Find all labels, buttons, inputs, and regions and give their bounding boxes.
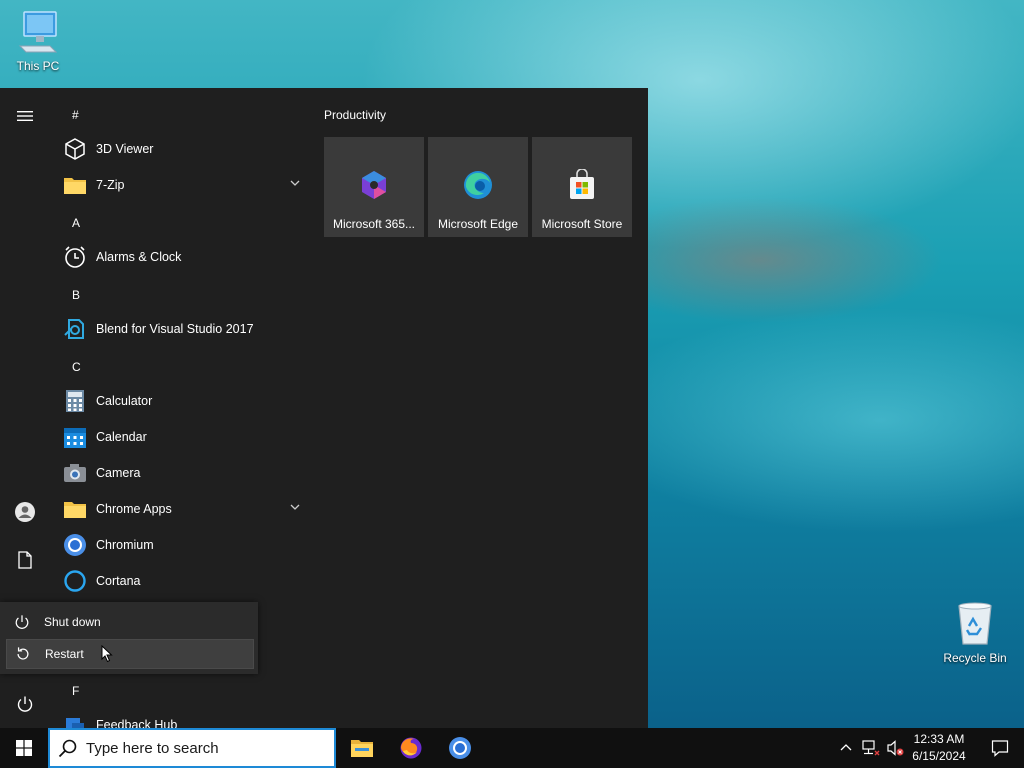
taskbar-file-explorer[interactable] bbox=[338, 728, 386, 768]
tile-label: Microsoft 365... bbox=[332, 217, 416, 231]
alarm-clock-icon bbox=[62, 244, 88, 270]
app-name: 7-Zip bbox=[96, 178, 125, 192]
hamburger-icon bbox=[17, 111, 33, 121]
letter-header[interactable]: F bbox=[72, 684, 79, 698]
document-icon bbox=[18, 551, 32, 569]
tile-label: Microsoft Store bbox=[541, 217, 623, 231]
restart-icon bbox=[11, 646, 35, 662]
calculator-icon bbox=[62, 388, 88, 414]
taskbar-chromium[interactable] bbox=[436, 728, 484, 768]
power-icon bbox=[17, 696, 33, 712]
clock-time: 12:33 AM bbox=[913, 732, 965, 746]
camera-icon bbox=[62, 460, 88, 486]
tile-microsoft-store[interactable]: Microsoft Store bbox=[532, 137, 632, 237]
app-item-7-zip[interactable]: 7-Zip bbox=[62, 167, 310, 203]
chevron-down-icon[interactable] bbox=[290, 503, 300, 511]
desktop-icon-label: Recycle Bin bbox=[943, 651, 1007, 665]
mouse-cursor-icon bbox=[101, 645, 113, 663]
app-item-blend[interactable]: Blend for Visual Studio 2017 bbox=[62, 311, 310, 347]
chevron-up-icon[interactable] bbox=[840, 742, 852, 752]
app-item-chromium[interactable]: Chromium bbox=[62, 527, 310, 563]
app-name: Chromium bbox=[96, 538, 154, 552]
tile-label: Microsoft Edge bbox=[437, 217, 519, 231]
app-name: Alarms & Clock bbox=[96, 250, 182, 264]
app-name: Camera bbox=[96, 466, 141, 480]
restart-option[interactable]: Restart bbox=[6, 639, 254, 669]
chromium-icon bbox=[449, 737, 471, 759]
desktop-icon-this-pc[interactable]: This PC bbox=[0, 8, 76, 73]
app-item-chrome-apps[interactable]: Chrome Apps bbox=[62, 491, 310, 527]
tile-microsoft-365[interactable]: Microsoft 365... bbox=[324, 137, 424, 237]
documents-button[interactable] bbox=[0, 540, 50, 580]
power-button[interactable] bbox=[0, 684, 50, 724]
tile-group-title[interactable]: Productivity bbox=[324, 108, 386, 122]
app-item-calculator[interactable]: Calculator bbox=[62, 383, 310, 419]
app-item-3d-viewer[interactable]: 3D Viewer bbox=[62, 131, 310, 167]
chromium-icon bbox=[62, 532, 88, 558]
shut-down-option[interactable]: Shut down bbox=[6, 607, 254, 637]
app-item-feedback-hub[interactable]: Feedback Hub bbox=[62, 707, 310, 728]
search-icon bbox=[58, 738, 78, 758]
action-center-button[interactable] bbox=[976, 728, 1024, 768]
folder-icon bbox=[62, 496, 88, 522]
app-name: Calculator bbox=[96, 394, 153, 408]
option-label: Shut down bbox=[44, 615, 101, 629]
blend-icon bbox=[62, 316, 88, 342]
folder-icon bbox=[62, 172, 88, 198]
letter-header[interactable]: B bbox=[72, 288, 80, 302]
start-button[interactable] bbox=[0, 728, 48, 768]
clock[interactable]: 12:33 AM 6/15/2024 bbox=[904, 731, 974, 765]
chevron-down-icon[interactable] bbox=[290, 179, 300, 187]
tiles-area: Productivity Microsoft 365... Microsoft … bbox=[324, 108, 632, 237]
recycle-bin-icon bbox=[958, 602, 992, 645]
letter-header[interactable]: A bbox=[72, 216, 80, 230]
tile-microsoft-edge[interactable]: Microsoft Edge bbox=[428, 137, 528, 237]
cortana-icon bbox=[62, 568, 88, 594]
app-name: Cortana bbox=[96, 574, 141, 588]
app-item-cortana[interactable]: Cortana bbox=[62, 563, 310, 599]
option-label: Restart bbox=[45, 647, 84, 661]
app-name: Chrome Apps bbox=[96, 502, 172, 516]
volume-muted-icon[interactable] bbox=[886, 740, 904, 756]
letter-header[interactable]: C bbox=[72, 360, 81, 374]
notification-icon bbox=[991, 740, 1009, 757]
firefox-icon bbox=[400, 737, 422, 759]
calendar-icon bbox=[62, 424, 88, 450]
app-name: Calendar bbox=[96, 430, 147, 444]
windows-logo-icon bbox=[16, 740, 32, 756]
app-item-alarms-clock[interactable]: Alarms & Clock bbox=[62, 239, 310, 275]
search-input[interactable] bbox=[86, 739, 316, 757]
network-icon[interactable] bbox=[862, 740, 880, 756]
file-explorer-icon bbox=[351, 740, 373, 757]
clock-date: 6/15/2024 bbox=[912, 749, 966, 763]
store-icon bbox=[570, 169, 594, 199]
user-account-button[interactable] bbox=[0, 492, 50, 532]
edge-icon bbox=[464, 171, 492, 199]
cube-icon bbox=[62, 136, 88, 162]
app-item-calendar[interactable]: Calendar bbox=[62, 419, 310, 455]
power-icon bbox=[10, 614, 34, 630]
app-name: Blend for Visual Studio 2017 bbox=[96, 322, 254, 336]
app-item-camera[interactable]: Camera bbox=[62, 455, 310, 491]
power-menu: Shut down Restart bbox=[0, 602, 258, 674]
desktop-icon-recycle-bin[interactable]: Recycle Bin bbox=[937, 600, 1013, 665]
feedback-hub-icon bbox=[62, 712, 88, 728]
letter-header[interactable]: # bbox=[72, 108, 79, 122]
expand-menu-button[interactable] bbox=[0, 96, 50, 136]
app-name: 3D Viewer bbox=[96, 142, 154, 156]
app-name: Feedback Hub bbox=[96, 718, 178, 728]
taskbar-firefox[interactable] bbox=[387, 728, 435, 768]
search-box[interactable] bbox=[48, 728, 336, 768]
desktop-icon-label: This PC bbox=[16, 59, 60, 73]
taskbar: 12:33 AM 6/15/2024 bbox=[0, 728, 1024, 768]
computer-icon bbox=[18, 11, 58, 53]
user-icon bbox=[15, 502, 35, 522]
microsoft-365-icon bbox=[362, 171, 386, 199]
